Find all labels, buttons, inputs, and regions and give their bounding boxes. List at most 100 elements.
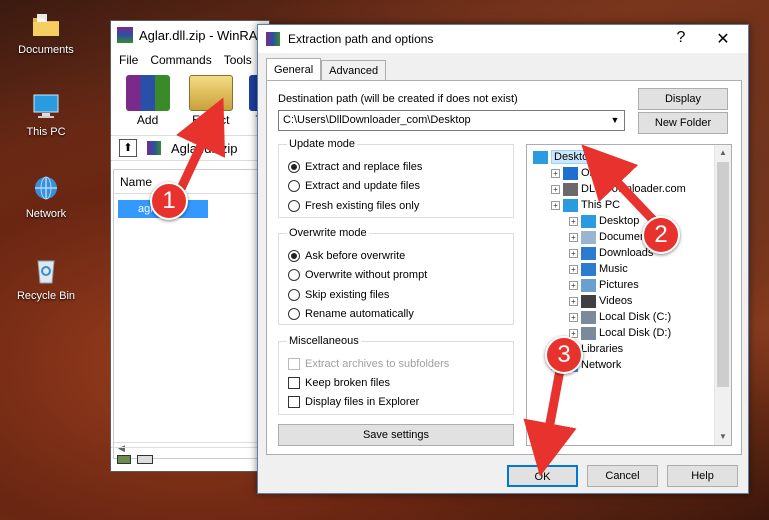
winrar-menu-bar: File Commands Tools — [111, 49, 269, 71]
desktop-icon-label: Network — [25, 208, 67, 220]
expand-icon[interactable]: + — [569, 232, 578, 242]
tree-item[interactable]: + Local Disk (D:) — [569, 325, 671, 341]
checkbox-icon — [288, 358, 300, 370]
add-button[interactable]: Add — [123, 75, 172, 135]
tree-item[interactable]: + This PC — [551, 197, 620, 213]
checkbox-extract-subfolders: Extract archives to subfolders — [288, 358, 449, 370]
network-icon — [29, 174, 63, 204]
checkbox-display-explorer[interactable]: Display files in Explorer — [288, 396, 419, 408]
radio-icon — [288, 289, 300, 301]
recycle-bin-icon — [29, 256, 63, 286]
tree-scrollbar[interactable]: ▲ ▼ — [714, 145, 731, 445]
winrar-toolbar: Add Extract To T — [111, 71, 270, 141]
key-icon — [137, 455, 153, 464]
destination-path-combo[interactable]: C:\Users\DllDownloader_com\Desktop ▼ — [278, 110, 625, 131]
checkbox-keep-broken[interactable]: Keep broken files — [288, 377, 390, 389]
tree-item-label: Desktop — [551, 150, 598, 164]
display-button[interactable]: Display — [638, 88, 728, 110]
desktop-icon-recycle-bin[interactable]: Recycle Bin — [6, 256, 86, 302]
tree-item[interactable]: + Downloads — [569, 245, 653, 261]
desktop-icon-network[interactable]: Network — [6, 174, 86, 220]
tree-item-label: Videos — [599, 295, 633, 307]
cancel-button[interactable]: Cancel — [587, 465, 658, 487]
tree-item-label: Music — [599, 263, 628, 275]
column-header-name[interactable]: Name — [114, 170, 262, 194]
winrar-title-bar[interactable]: Aglar.dll.zip - WinRAR — [111, 21, 269, 49]
miscellaneous-group: Miscellaneous Extract archives to subfol… — [278, 335, 514, 415]
tree-item-label: OneDrive — [581, 167, 628, 179]
folder-icon — [581, 294, 596, 308]
tree-item-label: Local Disk (D:) — [599, 327, 672, 339]
radio-fresh-existing[interactable]: Fresh existing files only — [288, 200, 419, 212]
tree-item-label: Downloads — [599, 247, 654, 259]
archive-add-icon — [125, 75, 170, 111]
expand-icon[interactable]: + — [551, 168, 560, 178]
menu-commands[interactable]: Commands — [150, 53, 211, 67]
tab-advanced[interactable]: Advanced — [321, 60, 387, 80]
expand-icon[interactable]: + — [551, 184, 560, 194]
expand-icon[interactable]: + — [551, 200, 560, 210]
radio-overwrite-no-prompt[interactable]: Overwrite without prompt — [288, 269, 427, 281]
overwrite-mode-group: Overwrite mode Ask before overwrite Over… — [278, 227, 514, 325]
help-icon[interactable]: ? — [666, 29, 696, 47]
desktop-icon-label: Recycle Bin — [16, 290, 76, 302]
tree-item[interactable]: + DLL Downloader.com — [551, 181, 686, 197]
radio-skip-existing[interactable]: Skip existing files — [288, 289, 389, 301]
dialog-title-bar[interactable]: Extraction path and options ? ✕ — [258, 25, 748, 53]
help-button[interactable]: Help — [667, 465, 738, 487]
file-list: Name aglar.dll ◀ — [113, 169, 263, 459]
save-settings-button[interactable]: Save settings — [278, 424, 514, 446]
ok-button[interactable]: OK — [507, 465, 578, 487]
expand-icon[interactable]: + — [569, 280, 578, 290]
radio-ask-before[interactable]: Ask before overwrite — [288, 250, 405, 262]
expand-icon[interactable]: + — [569, 248, 578, 258]
annotation-badge-2: 2 — [642, 216, 680, 254]
tree-item[interactable]: + Local Disk (C:) — [569, 309, 671, 325]
radio-extract-update[interactable]: Extract and update files — [288, 180, 420, 192]
general-tab-panel: Destination path (will be created if doe… — [266, 80, 742, 455]
extract-to-button[interactable]: Extract To — [186, 75, 235, 141]
overwrite-mode-title: Overwrite mode — [287, 227, 369, 239]
tree-item[interactable]: Desktop — [533, 149, 598, 165]
scroll-up-icon[interactable]: ▲ — [715, 145, 731, 161]
add-label: Add — [136, 113, 159, 127]
scroll-down-icon[interactable]: ▼ — [715, 429, 731, 445]
folder-icon — [581, 310, 596, 324]
tree-item[interactable]: + Pictures — [569, 277, 639, 293]
option-label: Extract and replace files — [305, 161, 423, 173]
destination-path-value: C:\Users\DllDownloader_com\Desktop — [283, 114, 471, 126]
option-label: Fresh existing files only — [305, 200, 420, 212]
expand-icon[interactable]: + — [569, 296, 578, 306]
new-folder-button[interactable]: New Folder — [638, 112, 728, 134]
close-icon[interactable]: ✕ — [708, 29, 738, 49]
tree-item-label: Pictures — [599, 279, 639, 291]
folder-icon — [563, 166, 578, 180]
radio-selected-icon — [288, 161, 300, 173]
tree-item[interactable]: + Music — [569, 261, 628, 277]
chevron-down-icon[interactable]: ▼ — [606, 111, 624, 130]
expand-icon[interactable]: + — [569, 312, 578, 322]
tree-item[interactable]: + Desktop — [569, 213, 639, 229]
radio-icon — [288, 180, 300, 192]
computer-icon — [29, 92, 63, 122]
menu-tools[interactable]: Tools — [224, 53, 252, 67]
expand-icon[interactable]: + — [569, 216, 578, 226]
desktop-icon-documents[interactable]: Documents — [6, 10, 86, 56]
menu-file[interactable]: File — [119, 53, 138, 67]
expand-icon[interactable]: + — [569, 264, 578, 274]
radio-rename-auto[interactable]: Rename automatically — [288, 308, 414, 320]
radio-icon — [288, 200, 300, 212]
tree-item[interactable]: + Videos — [569, 293, 632, 309]
tree-item[interactable]: + OneDrive — [551, 165, 627, 181]
up-folder-icon[interactable]: ⬆ — [119, 139, 137, 157]
tab-general[interactable]: General — [266, 58, 322, 80]
option-label: Extract archives to subfolders — [305, 358, 450, 370]
desktop-icon-this-pc[interactable]: This PC — [6, 92, 86, 138]
radio-selected-icon — [288, 250, 300, 262]
checkbox-icon — [288, 377, 300, 389]
scroll-thumb[interactable] — [717, 162, 729, 387]
update-mode-group: Update mode Extract and replace files Ex… — [278, 138, 514, 218]
option-label: Overwrite without prompt — [305, 269, 428, 281]
drive-icon — [117, 455, 131, 464]
radio-extract-replace[interactable]: Extract and replace files — [288, 161, 422, 173]
